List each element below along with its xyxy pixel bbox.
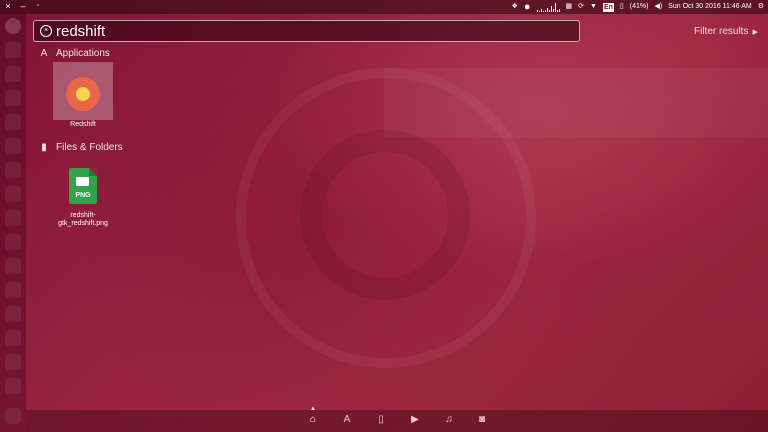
launcher-app-icon[interactable] (5, 282, 21, 298)
launcher-app-icon[interactable] (5, 162, 21, 178)
trash-icon[interactable] (5, 408, 21, 424)
category-title: Files & Folders (56, 142, 123, 153)
maximize-icon[interactable]: ▫ (33, 1, 43, 12)
clear-search-icon[interactable]: × (40, 25, 52, 37)
launcher-app-icon[interactable] (5, 186, 21, 202)
photos-lens-icon[interactable]: ◙ (475, 414, 489, 425)
home-lens-icon[interactable]: ⌂ (306, 414, 320, 425)
volume-icon[interactable]: ◀) (654, 0, 662, 14)
png-file-icon: PNG (69, 168, 97, 204)
wallpaper-panel (384, 68, 768, 138)
launcher-app-icon[interactable] (5, 258, 21, 274)
launcher-app-icon[interactable] (5, 66, 21, 82)
search-field[interactable]: × (33, 20, 580, 42)
battery-text: (41%) (629, 3, 649, 10)
lens-bar (26, 410, 768, 432)
music-lens-icon[interactable]: ♫ (442, 414, 456, 425)
chevron-right-icon: ▶ (752, 29, 758, 36)
wallpaper-ring (236, 68, 536, 368)
filter-results-toggle[interactable]: Filter results ▶ (694, 26, 758, 37)
cpu-icon[interactable]: ▦ (566, 0, 573, 14)
wallpaper-ring-inner (300, 130, 470, 300)
video-lens-icon[interactable]: ▶ (408, 414, 422, 425)
applications-category: A Applications (39, 48, 110, 59)
top-panel: × – ▫ ❖ ● ▦ ⟳ ▼ En ▯ (41%) ◀) Sun Oct 30… (0, 0, 768, 14)
filter-results-label: Filter results (694, 26, 749, 37)
files-lens-icon[interactable]: ▯ (374, 414, 388, 425)
active-lens-indicator: ▲ (310, 406, 316, 412)
launcher-app-icon[interactable] (5, 210, 21, 226)
minimize-icon[interactable]: – (18, 1, 28, 12)
search-input[interactable] (56, 22, 556, 40)
launcher (0, 14, 26, 432)
wifi-icon[interactable]: ▼ (590, 0, 597, 14)
applications-lens-icon[interactable]: A (340, 414, 354, 425)
settings-icon[interactable]: ⚙ (758, 0, 764, 14)
file-tile-png[interactable]: PNG redshift- gtk_redshift.png (50, 168, 116, 228)
applications-icon: A (40, 48, 48, 59)
file-label-line1: redshift- (70, 212, 96, 219)
battery-icon[interactable]: ▯ (620, 0, 624, 14)
dropbox-icon[interactable]: ❖ (512, 0, 518, 14)
system-tray: ❖ ● ▦ ⟳ ▼ En ▯ (41%) ◀) Sun Oct 30 2016 … (512, 0, 764, 14)
ubuntu-logo-icon[interactable] (5, 18, 21, 34)
launcher-app-icon[interactable] (5, 234, 21, 250)
keyboard-icon[interactable]: En (602, 2, 614, 12)
record-icon[interactable]: ● (524, 0, 531, 14)
launcher-app-icon[interactable] (5, 378, 21, 394)
launcher-app-icon[interactable] (5, 306, 21, 322)
launcher-app-icon[interactable] (5, 138, 21, 154)
launcher-app-icon[interactable] (5, 330, 21, 346)
app-tile-redshift[interactable] (53, 62, 113, 120)
launcher-app-icon[interactable] (5, 114, 21, 130)
sync-icon[interactable]: ⟳ (578, 0, 584, 14)
files-category: ▮ Files & Folders (39, 142, 123, 153)
launcher-app-icon[interactable] (5, 42, 21, 58)
datetime[interactable]: Sun Oct 30 2016 11:46 AM (668, 0, 752, 14)
close-icon[interactable]: × (3, 1, 13, 12)
launcher-app-icon[interactable] (5, 90, 21, 106)
app-tile-label: Redshift (70, 121, 96, 128)
lightbulb-icon (66, 77, 100, 111)
launcher-app-icon[interactable] (5, 354, 21, 370)
file-label-line2: gtk_redshift.png (58, 220, 108, 227)
network-graph-icon[interactable] (536, 2, 560, 12)
file-icon: ▮ (41, 142, 47, 153)
category-title: Applications (56, 48, 110, 59)
